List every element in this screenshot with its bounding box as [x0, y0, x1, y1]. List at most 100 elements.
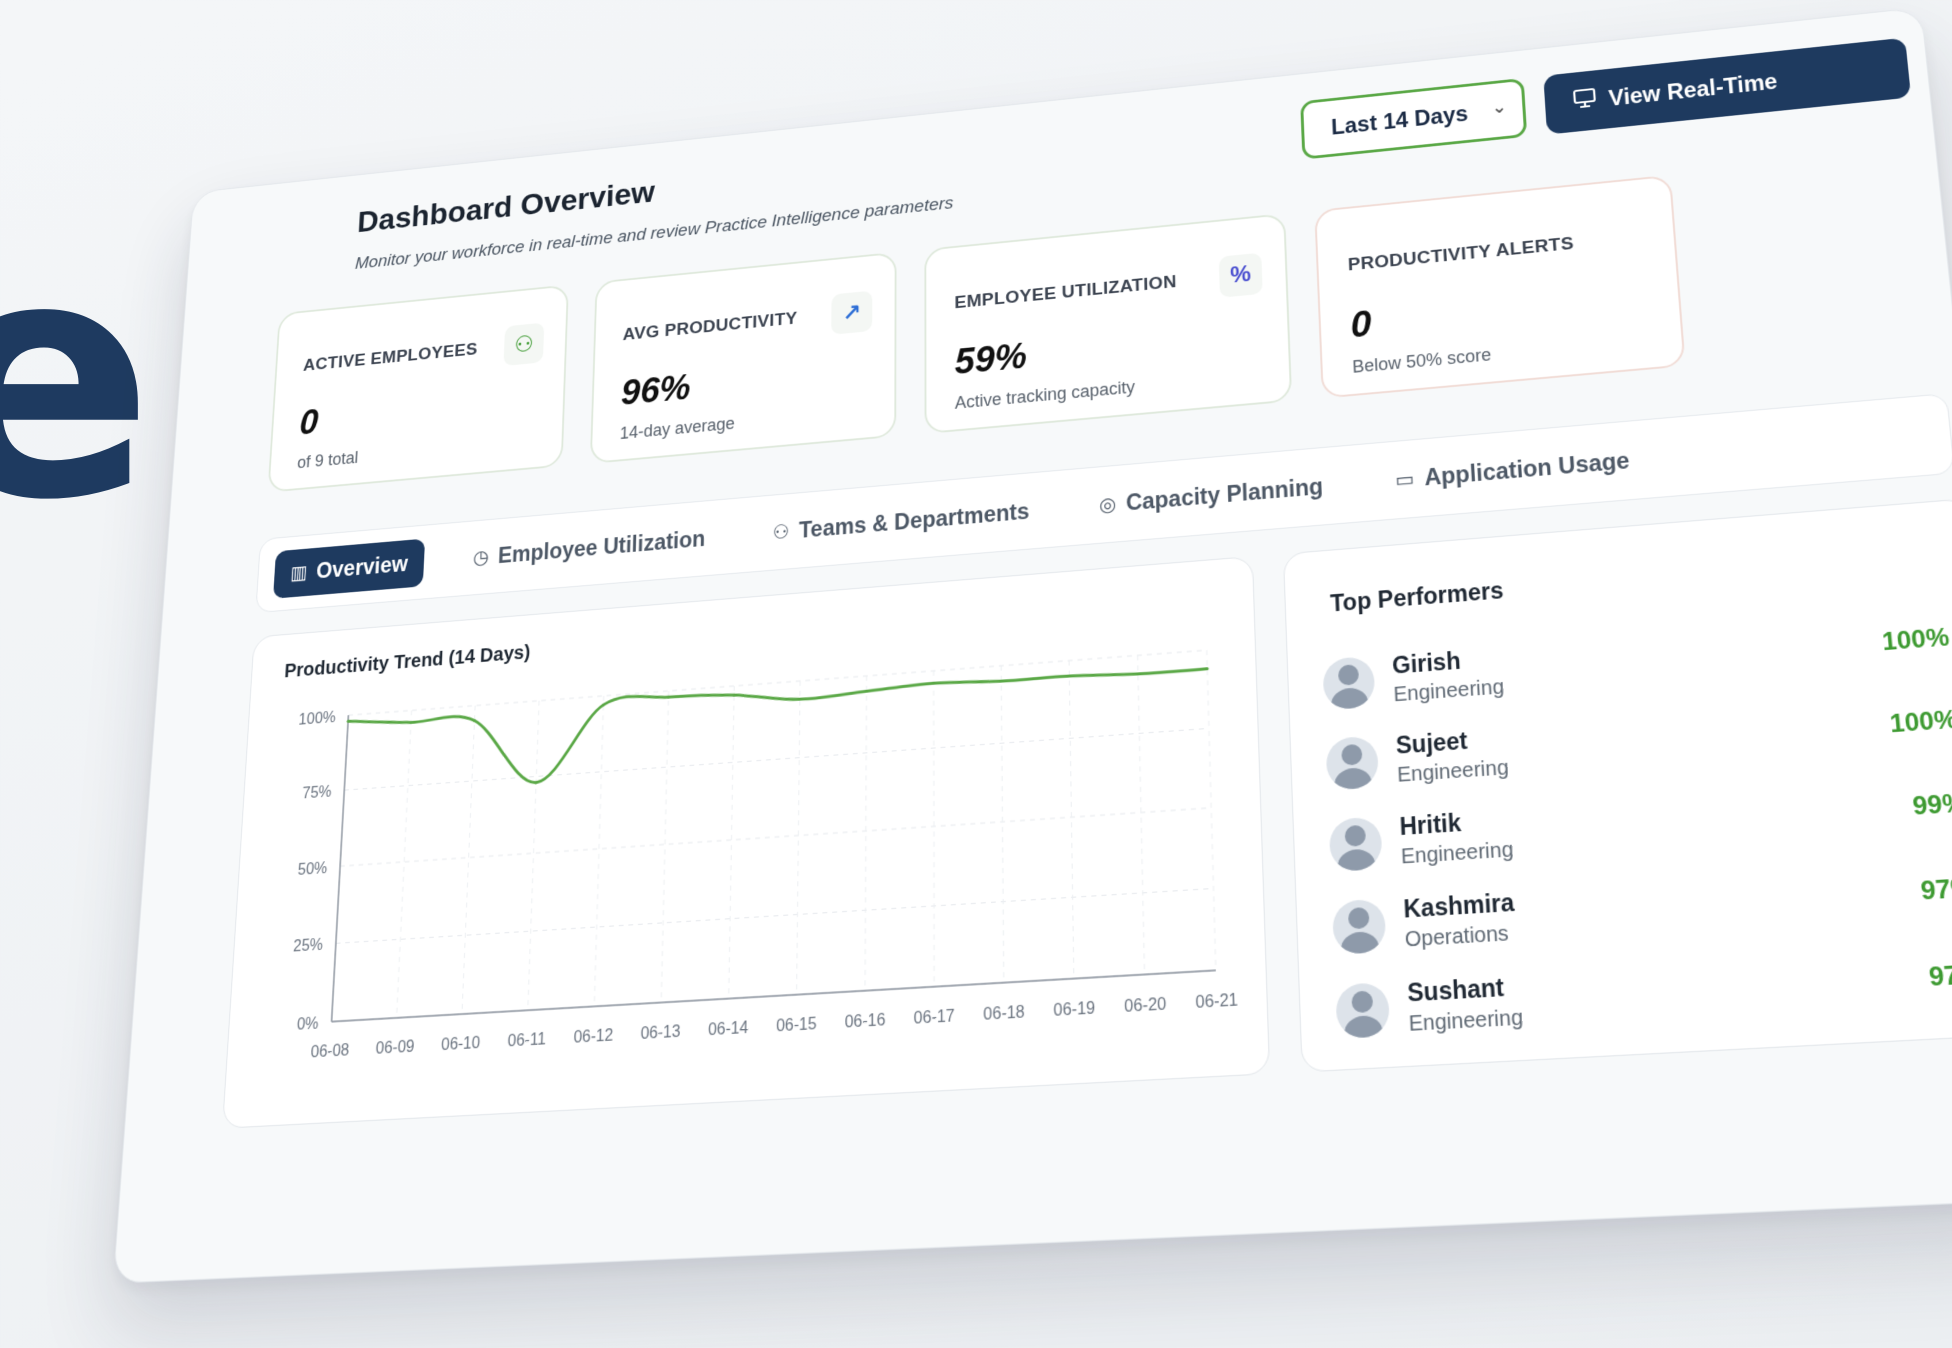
x-tick-label: 06-11: [507, 1031, 546, 1051]
grid-line: [396, 710, 411, 1017]
grid-line: [348, 650, 1206, 715]
performer-department: Engineering: [1408, 1006, 1523, 1037]
tab-label: Overview: [315, 551, 408, 584]
performer-department: Engineering: [1393, 676, 1505, 708]
kpi-value: 96%: [620, 368, 690, 414]
kpi-label: ACTIVE EMPLOYEES: [303, 340, 478, 377]
x-tick-label: 06-21: [1195, 991, 1238, 1012]
clock-icon: ◷: [473, 545, 490, 570]
kpi-label: EMPLOYEE UTILIZATION: [954, 272, 1176, 314]
view-real-time-label: View Real-Time: [1608, 68, 1779, 111]
performer-score: 97%: [1919, 873, 1952, 907]
monitor-icon: [1572, 87, 1598, 115]
kpi-value: 59%: [955, 337, 1027, 384]
monitor-icon: ▭: [1395, 466, 1415, 492]
performer-department: Engineering: [1397, 756, 1510, 788]
performer-name: Hritik: [1399, 806, 1512, 842]
grid-line: [462, 706, 475, 1014]
x-tick-label: 06-08: [310, 1042, 350, 1062]
performer-name: Kashmira: [1403, 888, 1515, 924]
avatar: [1332, 899, 1387, 955]
percent-icon: %: [1219, 253, 1263, 298]
performer-department: Operations: [1404, 922, 1516, 953]
tab-label: Capacity Planning: [1126, 473, 1324, 516]
avatar: [1325, 735, 1379, 790]
grid-line: [528, 701, 539, 1011]
date-range-select[interactable]: Last 14 Days ⌄: [1300, 78, 1527, 160]
grid-line: [729, 686, 735, 999]
x-tick-label: 06-14: [708, 1019, 749, 1039]
y-tick-label: 50%: [297, 860, 327, 879]
kpi-label: AVG PRODUCTIVITY: [622, 309, 797, 346]
tab-label: Employee Utilization: [497, 525, 705, 568]
x-tick-label: 06-16: [845, 1011, 886, 1032]
x-tick-label: 06-20: [1124, 995, 1167, 1016]
avatar: [1322, 656, 1375, 711]
productivity-trend-chart: 0% 25% 50% 75% 100% 06-08 06-09 06-10 06-11 06-12…: [223, 557, 1271, 1130]
users-icon: ⚇: [503, 323, 544, 366]
data-point: [602, 703, 605, 706]
y-tick-label: 100%: [298, 709, 336, 728]
chart-icon: ▥: [290, 560, 308, 585]
grid-line: [336, 888, 1214, 943]
x-tick-label: 06-19: [1053, 999, 1095, 1020]
users-icon: ⚇: [772, 519, 789, 544]
kpi-card-productivity-alerts: PRODUCTIVITY ALERTS 0 Below 50% score: [1314, 175, 1685, 399]
avatar: [1329, 816, 1383, 872]
y-tick-label: 0%: [296, 1015, 319, 1034]
avatar: [1335, 982, 1390, 1039]
grid-line: [1001, 666, 1004, 983]
tab-label: Application Usage: [1424, 447, 1631, 491]
y-tick-label: 75%: [302, 784, 332, 803]
trend-up-icon: ↗: [831, 291, 872, 335]
kpi-label: PRODUCTIVITY ALERTS: [1347, 234, 1574, 276]
grid-line: [661, 691, 668, 1003]
top-performers-title: Top Performers: [1330, 577, 1504, 618]
grid-line: [934, 671, 935, 987]
x-tick-label: 06-18: [983, 1003, 1025, 1024]
performer-department: Engineering: [1401, 838, 1514, 869]
kpi-subtext: Active tracking capacity: [955, 377, 1135, 413]
kpi-card-employee-utilization: EMPLOYEE UTILIZATION % 59% Active tracki…: [924, 213, 1292, 434]
performer-score: 97%: [1928, 959, 1952, 993]
performer-name: Girish: [1392, 644, 1504, 680]
y-axis: [332, 715, 349, 1021]
performer-score: 99%: [1911, 789, 1952, 823]
grid-line: [1207, 650, 1216, 970]
top-performers-card: Top Performers Girish Engineering 100% S…: [1283, 498, 1952, 1073]
productivity-trend-card: Productivity Trend (14 Days) 0% 25% 50% 75%…: [222, 556, 1270, 1129]
target-icon: ◎: [1099, 491, 1116, 517]
kpi-subtext: Below 50% score: [1352, 345, 1492, 378]
view-real-time-button[interactable]: View Real-Time: [1543, 38, 1911, 135]
grid-line: [1069, 661, 1074, 979]
tab-capacity-planning[interactable]: ◎ Capacity Planning: [1081, 460, 1342, 531]
kpi-value: 0: [1350, 304, 1373, 347]
x-tick-label: 06-17: [914, 1007, 955, 1028]
performer-score: 100%: [1881, 623, 1951, 657]
tab-employee-utilization[interactable]: ◷ Employee Utilization: [456, 513, 723, 583]
kpi-value: 0: [298, 403, 319, 444]
series-line: [344, 653, 1209, 796]
kpi-subtext: of 9 total: [297, 448, 359, 473]
top-performers-list: Girish Engineering 100% Sujeet Engineeri…: [1322, 598, 1952, 1054]
tab-application-usage[interactable]: ▭ Application Usage: [1376, 433, 1650, 506]
x-tick-label: 06-15: [776, 1015, 817, 1035]
y-tick-label: 25%: [293, 937, 324, 956]
x-tick-label: 06-09: [375, 1038, 414, 1058]
grid-line: [594, 696, 603, 1007]
x-tick-label: 06-12: [573, 1027, 613, 1047]
x-tick-label: 06-13: [640, 1023, 681, 1043]
grid-line: [1138, 655, 1145, 974]
grid-line: [797, 681, 801, 995]
chevron-down-icon: ⌄: [1491, 97, 1507, 118]
kpi-card-avg-productivity: AVG PRODUCTIVITY ↗ 96% 14-day average: [590, 252, 897, 464]
performer-name: Sujeet: [1395, 724, 1507, 760]
x-tick-label: 06-10: [441, 1034, 481, 1054]
tab-label: Teams & Departments: [799, 498, 1030, 543]
grid-line: [865, 676, 866, 991]
performer-name: Sushant: [1407, 972, 1522, 1008]
tab-teams-departments[interactable]: ⚇ Teams & Departments: [755, 485, 1047, 558]
kpi-card-active-employees: ACTIVE EMPLOYEES ⚇ 0 of 9 total: [267, 284, 568, 492]
performer-score: 100%: [1889, 705, 1952, 739]
tab-overview[interactable]: ▥ Overview: [273, 538, 425, 598]
